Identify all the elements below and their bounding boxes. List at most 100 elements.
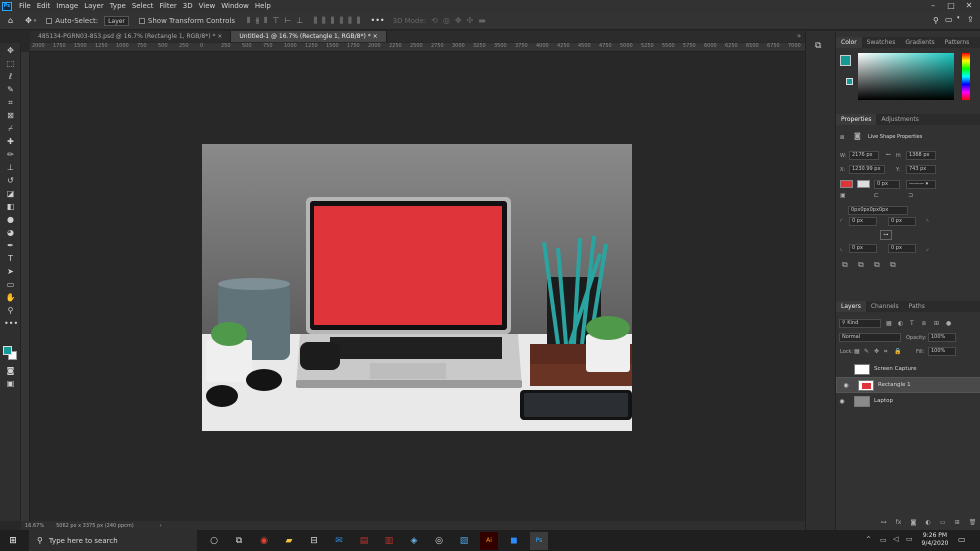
- brush-icon[interactable]: ✏: [4, 149, 17, 160]
- menu-type[interactable]: Type: [107, 2, 129, 10]
- blend-mode-dropdown[interactable]: Normal: [839, 333, 901, 342]
- layer-name[interactable]: Laptop: [874, 398, 893, 404]
- auto-select-checkbox[interactable]: [46, 17, 53, 24]
- show-transform-checkbox[interactable]: [138, 17, 145, 24]
- adjustment-layer-icon[interactable]: ◐: [925, 519, 930, 529]
- layer-filter-dropdown[interactable]: ⚲ Kind: [839, 319, 881, 328]
- menu-window[interactable]: Window: [218, 2, 252, 10]
- lock-pixels-icon[interactable]: ▦: [854, 348, 860, 355]
- lock-artboard-icon[interactable]: ⌗: [884, 348, 887, 356]
- path-subtract-icon[interactable]: ⧉: [858, 260, 864, 270]
- background-color-chip[interactable]: [846, 78, 853, 85]
- 3d-slide-icon[interactable]: ✣: [467, 16, 474, 25]
- stroke-cap-icon[interactable]: ⊏: [874, 192, 879, 199]
- height-field[interactable]: 1368 px: [906, 151, 936, 160]
- app-icon[interactable]: ◈: [405, 532, 423, 550]
- distribute-icon[interactable]: ⫼: [357, 16, 361, 26]
- auto-select-toggle[interactable]: Auto-Select:: [46, 17, 98, 25]
- corner-tl-field[interactable]: 0 px: [849, 217, 877, 226]
- hand-icon[interactable]: ✋: [4, 292, 17, 303]
- move-icon[interactable]: ✥: [4, 45, 17, 56]
- y-field[interactable]: 743 px: [906, 165, 936, 174]
- link-icon[interactable]: ⊷: [886, 152, 891, 158]
- 3d-orbit-icon[interactable]: ⟲: [431, 16, 438, 25]
- tab-untitled-1[interactable]: Untitled-1 @ 16.7% (Rectangle 1, RGB/8*)…: [231, 31, 387, 42]
- pen-icon[interactable]: ✒: [4, 240, 17, 251]
- link-layers-icon[interactable]: ⊶: [881, 519, 887, 529]
- chrome-icon[interactable]: ◉: [255, 532, 273, 550]
- windows-start-icon[interactable]: ⊞: [4, 532, 22, 550]
- frame-icon[interactable]: ⊠: [4, 110, 17, 121]
- color-field[interactable]: [858, 53, 954, 100]
- lasso-icon[interactable]: ℓ: [4, 71, 17, 82]
- search-icon[interactable]: ⚲: [933, 16, 939, 25]
- align-middle-icon[interactable]: ⊢: [284, 16, 291, 25]
- gradient-icon[interactable]: ◧: [4, 201, 17, 212]
- path-intersect-icon[interactable]: ⧉: [874, 260, 880, 270]
- stamp-icon[interactable]: ⊥: [4, 162, 17, 173]
- layer-name[interactable]: Rectangle 1: [878, 381, 911, 390]
- align-top-icon[interactable]: ⊤: [272, 16, 279, 25]
- menu-3d[interactable]: 3D: [180, 2, 196, 10]
- eraser-icon[interactable]: ◪: [4, 188, 17, 199]
- eyedropper-icon[interactable]: ⌿: [4, 123, 17, 134]
- history-brush-icon[interactable]: ↺: [4, 175, 17, 186]
- tab-patterns[interactable]: Patterns: [940, 37, 975, 48]
- history-icon[interactable]: ⧉: [815, 41, 821, 51]
- stroke-width-field[interactable]: 0 px: [874, 180, 900, 189]
- tab-layers[interactable]: Layers: [836, 301, 866, 312]
- tab-properties[interactable]: Properties: [836, 114, 877, 125]
- zoom-app-icon[interactable]: ◼: [505, 532, 523, 550]
- opacity-field[interactable]: 100%: [928, 333, 956, 342]
- corner-radius-linked[interactable]: 0px0px0px0px: [848, 206, 908, 215]
- filter-smart-icon[interactable]: ⊞: [934, 320, 939, 327]
- path-exclude-icon[interactable]: ⧉: [890, 260, 896, 270]
- lock-position-icon[interactable]: ✥: [874, 348, 879, 355]
- stroke-join-icon[interactable]: ⊐: [908, 192, 913, 199]
- tabs-overflow-icon[interactable]: »: [793, 31, 805, 42]
- stroke-align-icon[interactable]: ▣: [840, 192, 846, 199]
- marquee-icon[interactable]: ⬚: [4, 58, 17, 69]
- photoshop-taskbar-icon[interactable]: Ps: [530, 531, 548, 550]
- align-center-icon[interactable]: ⫵: [255, 16, 259, 26]
- workspace-icon[interactable]: ▭: [945, 15, 953, 24]
- fx-icon[interactable]: fx: [896, 519, 902, 529]
- maximize-button[interactable]: □: [942, 0, 960, 12]
- file-explorer-icon[interactable]: ▰: [280, 532, 298, 550]
- auto-select-dropdown[interactable]: Layer: [104, 15, 129, 26]
- align-bottom-icon[interactable]: ⊥: [296, 16, 303, 25]
- clock[interactable]: 9:26 PM 9/4/2020: [918, 532, 952, 548]
- move-tool-icon[interactable]: ✥: [25, 16, 32, 25]
- quick-select-icon[interactable]: ✎: [4, 84, 17, 95]
- corner-br-field[interactable]: 0 px: [888, 244, 916, 253]
- dodge-icon[interactable]: ◕: [4, 227, 17, 238]
- fill-color-swatch[interactable]: [840, 180, 853, 188]
- more-options-icon[interactable]: •••: [370, 16, 384, 25]
- network-icon[interactable]: ▭: [880, 536, 887, 544]
- distribute-icon[interactable]: ⫼: [339, 16, 343, 26]
- filter-shape-icon[interactable]: ⧈: [922, 320, 926, 328]
- eye-icon[interactable]: ◉: [836, 398, 848, 405]
- more-icon[interactable]: •••: [4, 318, 18, 329]
- menu-help[interactable]: Help: [252, 2, 274, 10]
- foreground-color-swatch[interactable]: [3, 346, 12, 355]
- corner-bl-field[interactable]: 0 px: [849, 244, 877, 253]
- mask-icon[interactable]: ◙: [854, 132, 861, 140]
- chevron-down-icon[interactable]: ▾: [957, 15, 960, 21]
- illustrator-icon[interactable]: Ai: [480, 531, 498, 550]
- volume-icon[interactable]: ◁: [893, 535, 898, 543]
- layer-name[interactable]: Screen Capture: [874, 366, 917, 372]
- tray-chevron-icon[interactable]: ^: [866, 536, 871, 543]
- hue-slider[interactable]: [962, 53, 970, 100]
- fill-field[interactable]: 100%: [928, 347, 956, 356]
- menu-image[interactable]: Image: [53, 2, 81, 10]
- minimize-button[interactable]: –: [924, 0, 942, 12]
- menu-file[interactable]: File: [16, 2, 34, 10]
- tab-swatches[interactable]: Swatches: [862, 37, 901, 48]
- new-group-icon[interactable]: ▭: [940, 519, 946, 529]
- show-transform-toggle[interactable]: Show Transform Controls: [138, 17, 235, 25]
- shape-icon[interactable]: ▭: [4, 279, 17, 290]
- align-left-icon[interactable]: ⫴: [247, 16, 250, 26]
- add-mask-icon[interactable]: ◙: [910, 519, 916, 529]
- store-icon[interactable]: ⊟: [305, 532, 323, 550]
